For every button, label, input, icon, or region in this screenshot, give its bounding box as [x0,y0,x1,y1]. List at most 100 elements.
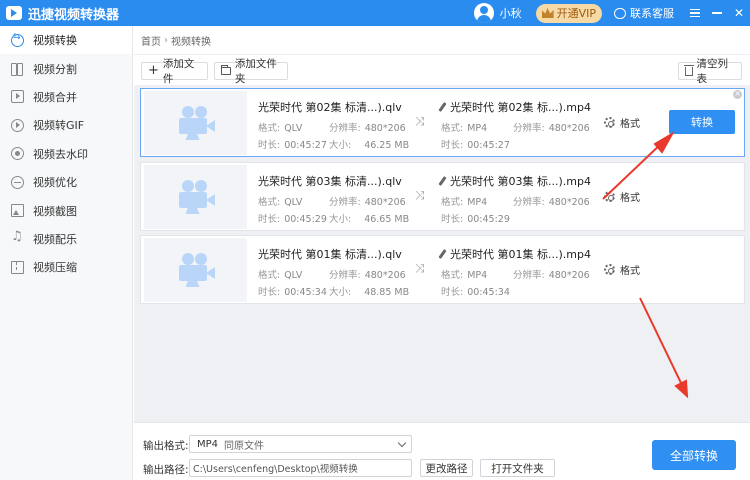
sidebar-item-label: 视频分割 [33,62,77,76]
format-settings-button[interactable]: 格式 [604,262,640,277]
add-folder-button[interactable]: 添加文件夹 [214,58,288,85]
sidebar-item-video-convert[interactable]: 视频转换 [0,26,132,55]
sidebar-item-video-split[interactable]: 视频分割 [0,54,132,82]
source-format: 格式: QLV [258,197,303,208]
sidebar-item-label: 视频压缩 [33,261,77,275]
vip-label: 开通VIP [556,7,596,20]
output-path-label: 输出路径: [143,464,189,476]
screenshot-icon [11,204,24,218]
source-file-name: 光荣时代 第02集 标清...).qlv [258,101,402,114]
music-icon [11,229,24,245]
chat-icon [614,7,626,19]
username[interactable]: 小秋 [500,5,522,21]
output-settings-panel: 输出格式: MP4 同原文件 输出路径: C:\Users\cenfeng\Des… [134,422,750,480]
output-file-name[interactable]: 光荣时代 第02集 标...).mp4 [438,99,591,115]
minimize-button[interactable] [706,0,728,26]
convert-all-button[interactable]: 全部转换 [652,440,736,470]
file-row[interactable]: 光荣时代 第03集 标清...).qlv 格式: QLV 分辨率: 480*206 … [140,162,745,231]
main-panel: 首页 › 视频转换 + 添加文件 添加文件夹 清空列表 光荣时代 第02集 标清… [134,26,750,480]
file-row[interactable]: 光荣时代 第02集 标清...).qlv 格式: QLV 分辨率: 480*206 … [140,88,745,157]
breadcrumb-current: 视频转换 [171,36,211,48]
close-icon: ✕ [733,6,745,20]
gear-icon [604,264,615,275]
output-format: 格式: MP4 [441,270,488,281]
vip-button[interactable]: 开通VIP [535,3,602,23]
output-format: 格式: MP4 [441,197,488,208]
output-duration: 时长: 00:45:34 [441,287,510,298]
close-window-button[interactable]: ✕ [728,0,750,26]
merge-icon [11,90,24,104]
sidebar-item-video-optimize[interactable]: 视频优化 [0,168,132,196]
convert-button[interactable]: 转换 [669,110,735,134]
change-path-button[interactable]: 更改路径 [420,459,473,477]
file-list: 光荣时代 第02集 标清...).qlv 格式: QLV 分辨率: 480*206 … [134,85,750,422]
source-resolution: 分辨率: 480*206 [329,197,406,208]
gif-icon [11,118,24,132]
video-thumbnail [144,91,247,155]
source-resolution: 分辨率: 480*206 [329,123,406,134]
video-thumbnail [144,238,247,302]
source-file-name: 光荣时代 第03集 标清...).qlv [258,175,402,188]
source-duration: 时长: 00:45:29 [258,214,327,225]
sidebar-item-label: 视频配乐 [33,232,77,246]
output-format-select[interactable]: MP4 同原文件 [189,435,412,453]
convert-arrow-icon: ⤨ [415,188,425,202]
remove-file-icon[interactable]: ✕ [733,90,742,99]
watermark-icon [11,147,24,161]
sidebar-item-video-gif[interactable]: 视频转GIF [0,111,132,139]
hamburger-icon [690,8,700,18]
folder-icon [221,65,231,75]
toolbar: + 添加文件 添加文件夹 清空列表 [134,55,750,85]
split-icon [11,62,24,77]
open-folder-button[interactable]: 打开文件夹 [480,459,555,477]
output-file-name[interactable]: 光荣时代 第03集 标...).mp4 [438,173,591,189]
edit-icon[interactable] [438,102,447,112]
format-settings-button[interactable]: 格式 [604,115,640,130]
sidebar-item-label: 视频合并 [33,90,77,104]
video-camera-icon [177,180,215,214]
customer-service-button[interactable]: 联系客服 [614,5,674,21]
sidebar-item-label: 视频转换 [33,34,77,48]
convert-arrow-icon: ⤨ [415,261,425,275]
format-settings-button[interactable]: 格式 [604,189,640,204]
minimize-icon [712,12,722,14]
app-title: 迅捷视频转换器 [28,7,120,23]
sidebar-item-video-screenshot[interactable]: 视频截图 [0,196,132,224]
gear-icon [604,191,615,202]
source-file-name: 光荣时代 第01集 标清...).qlv [258,248,402,261]
user-avatar-icon[interactable] [473,3,494,23]
source-size: 大小: 48.85 MB [329,287,410,298]
sidebar-item-label: 视频优化 [33,176,77,190]
video-camera-icon [177,253,215,287]
output-format: 格式: MP4 [441,123,488,134]
file-row[interactable]: 光荣时代 第01集 标清...).qlv 格式: QLV 分辨率: 480*206 … [140,235,745,304]
source-size: 大小: 46.25 MB [329,140,410,151]
convert-arrow-icon: ⤨ [415,114,425,128]
output-resolution: 分辨率: 480*206 [513,197,590,208]
clear-list-button[interactable]: 清空列表 [678,58,742,85]
output-file-name[interactable]: 光荣时代 第01集 标...).mp4 [438,246,591,262]
chevron-down-icon [397,438,407,448]
service-label: 联系客服 [630,7,674,20]
output-resolution: 分辨率: 480*206 [513,270,590,281]
sidebar: 视频转换 视频分割 视频合并 视频转GIF 视频去水印 视频优化 视频截图 视频… [0,26,133,480]
sidebar-item-video-music[interactable]: 视频配乐 [0,225,132,253]
add-file-button[interactable]: + 添加文件 [141,58,208,85]
sidebar-item-video-merge[interactable]: 视频合并 [0,83,132,111]
crown-icon [541,8,554,18]
edit-icon[interactable] [438,176,447,186]
source-format: 格式: QLV [258,270,303,281]
edit-icon[interactable] [438,249,447,259]
app-logo-icon [6,6,22,20]
breadcrumb-home[interactable]: 首页 [141,33,161,48]
output-resolution: 分辨率: 480*206 [513,123,590,134]
source-size: 大小: 46.65 MB [329,214,410,225]
sidebar-item-video-compress[interactable]: 视频压缩 [0,253,132,281]
compress-icon [11,260,24,274]
gear-icon [604,117,615,128]
output-duration: 时长: 00:45:29 [441,214,510,225]
trash-icon [684,64,694,76]
menu-button[interactable] [684,0,706,26]
sidebar-item-remove-watermark[interactable]: 视频去水印 [0,140,132,168]
output-path-field[interactable]: C:\Users\cenfeng\Desktop\视频转换 [189,459,412,477]
